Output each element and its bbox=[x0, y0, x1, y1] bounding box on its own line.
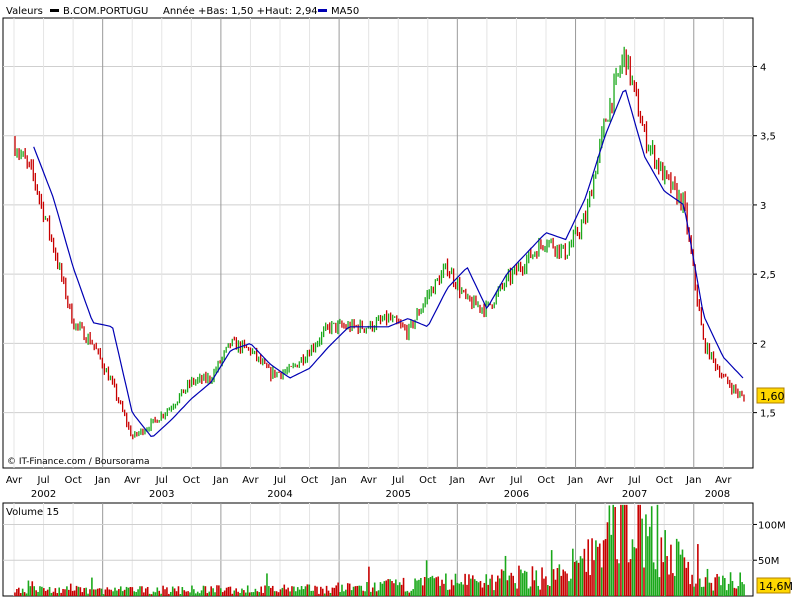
header-symbol: B.COM.PORTUGU bbox=[63, 6, 148, 17]
month-label: Oct bbox=[419, 475, 436, 486]
month-label: Avr bbox=[242, 475, 259, 486]
month-label: Jan bbox=[685, 475, 701, 486]
year-label: 2006 bbox=[504, 489, 529, 500]
month-label: Avr bbox=[6, 475, 23, 486]
month-label: Jan bbox=[449, 475, 465, 486]
month-label: Jan bbox=[567, 475, 583, 486]
price-legend-swatch bbox=[50, 9, 59, 12]
price-tick-label: 2,5 bbox=[760, 270, 776, 281]
month-label: Jan bbox=[212, 475, 228, 486]
year-label: 2003 bbox=[149, 489, 174, 500]
month-axis-labels: Avr Jul Oct Jan Avr Jul Oct Jan Avr Jul Oct Jan Avr J… bbox=[6, 475, 732, 486]
month-label: Avr bbox=[715, 475, 732, 486]
month-label: Oct bbox=[301, 475, 318, 486]
month-label: Jul bbox=[273, 475, 286, 486]
header-category: Valeurs bbox=[6, 6, 43, 17]
month-label: Avr bbox=[597, 475, 614, 486]
month-label: Avr bbox=[479, 475, 496, 486]
month-label: Jul bbox=[391, 475, 404, 486]
price-tick-label: 2 bbox=[760, 339, 766, 350]
header-ma-label: MA50 bbox=[331, 6, 359, 17]
last-volume-value: 14,6M bbox=[759, 580, 793, 593]
month-label: Jan bbox=[330, 475, 346, 486]
volume-axis-ticks: 50M 100M bbox=[753, 520, 786, 567]
volume-tick-label: 100M bbox=[758, 520, 786, 531]
volume-tick-label: 50M bbox=[758, 556, 779, 567]
year-axis-labels: 2002 2003 2004 2005 2006 2007 2008 bbox=[31, 489, 730, 500]
price-axis-ticks: 1,5 2 2,5 3 3,5 4 bbox=[753, 62, 776, 420]
year-label: 2008 bbox=[705, 489, 730, 500]
ma-legend-swatch bbox=[318, 9, 327, 12]
stock-chart: Valeurs B.COM.PORTUGU Année +Bas: 1,50 +… bbox=[2, 5, 793, 597]
price-tick-label: 1,5 bbox=[760, 409, 776, 420]
month-label: Jul bbox=[509, 475, 522, 486]
year-label: 2002 bbox=[31, 489, 56, 500]
month-label: Jul bbox=[37, 475, 50, 486]
price-tick-label: 3 bbox=[760, 201, 766, 212]
month-label: Oct bbox=[183, 475, 200, 486]
month-label: Oct bbox=[64, 475, 81, 486]
price-tick-label: 3,5 bbox=[760, 132, 776, 143]
month-label: Oct bbox=[656, 475, 673, 486]
month-label: Jan bbox=[94, 475, 110, 486]
last-price-value: 1,60 bbox=[760, 390, 785, 403]
volume-title: Volume 15 bbox=[6, 507, 59, 518]
price-tick-label: 4 bbox=[760, 62, 766, 73]
price-panel bbox=[2, 17, 754, 469]
credit-text: © IT-Finance.com / Boursorama bbox=[7, 457, 149, 467]
year-label: 2004 bbox=[267, 489, 292, 500]
month-label: Jul bbox=[628, 475, 641, 486]
month-label: Oct bbox=[537, 475, 554, 486]
year-label: 2007 bbox=[622, 489, 647, 500]
month-label: Avr bbox=[361, 475, 378, 486]
header-range: Année +Bas: 1,50 +Haut: 2,94 bbox=[163, 5, 318, 17]
month-label: Avr bbox=[124, 475, 141, 486]
year-label: 2005 bbox=[385, 489, 410, 500]
month-label: Jul bbox=[155, 475, 168, 486]
